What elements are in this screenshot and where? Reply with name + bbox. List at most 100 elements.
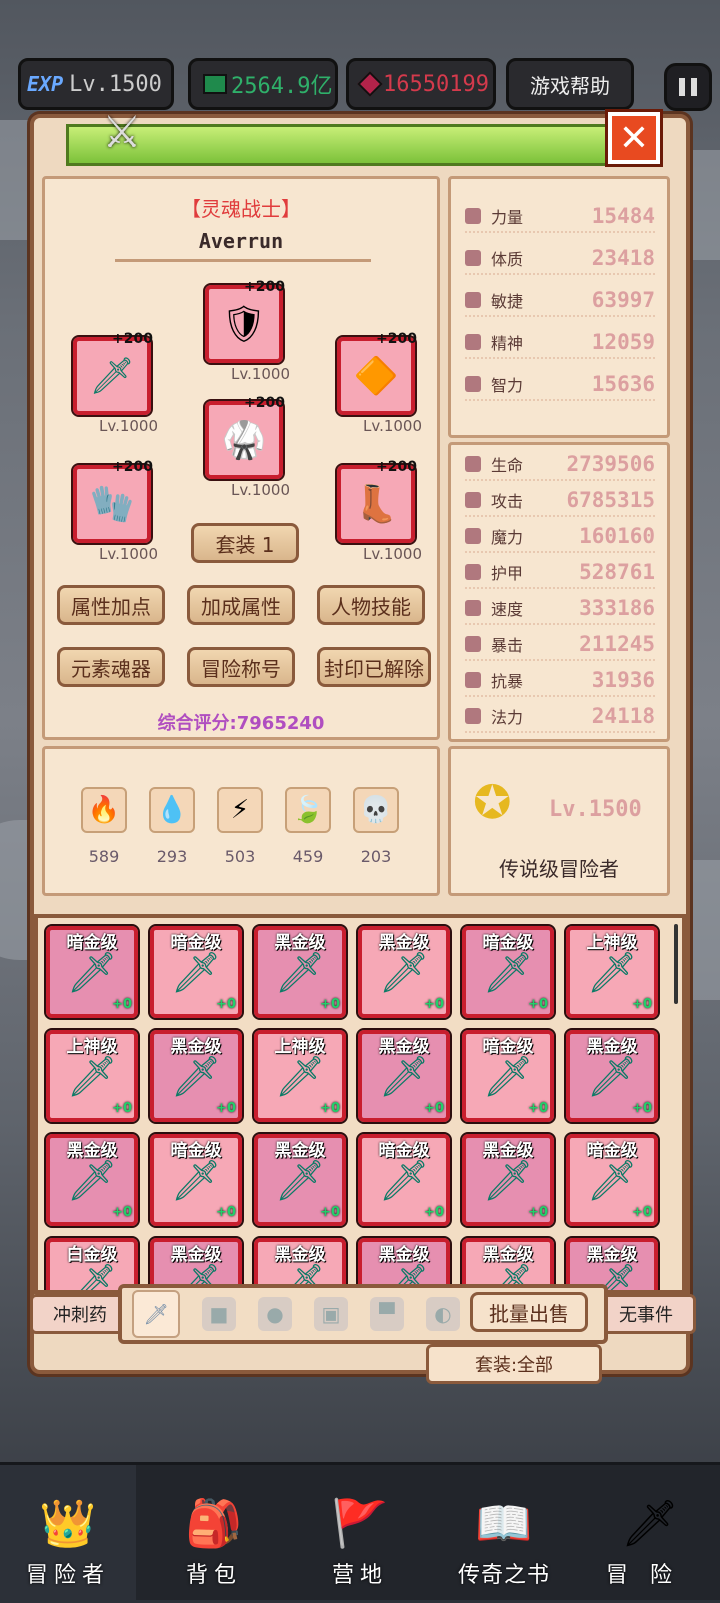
item-plus: +0 — [528, 1205, 548, 1220]
character-skills-button[interactable]: 人物技能 — [317, 585, 425, 625]
sword-icon: 🗡 — [66, 949, 118, 996]
fire-icon: 🔥 — [81, 787, 127, 833]
set-button[interactable]: 套装 1 — [191, 523, 299, 563]
elements-box: 🔥 589 💧 293 ⚡ 503 🍃 459 💀 203 — [42, 746, 440, 896]
stat-value: 12059 — [591, 330, 655, 354]
tab-pants[interactable]: ▀ — [370, 1297, 404, 1331]
stat-value: 31936 — [591, 668, 655, 692]
inventory-item[interactable]: 🗡 上神级 +0 — [564, 924, 660, 1020]
currency-display: 2564.9亿 — [188, 58, 338, 110]
equip-slot-boots[interactable]: 👢 +200 — [335, 459, 417, 545]
inventory-item[interactable]: 🗡 黑金级 +0 — [252, 1132, 348, 1228]
sword-icon: 🗡 — [274, 949, 326, 996]
equip-level: Lv.1000 — [231, 365, 291, 383]
sprint-potion-button[interactable]: 冲刺药 — [30, 1294, 130, 1334]
attribute-points-button[interactable]: 属性加点 — [57, 585, 165, 625]
tab-shields[interactable]: ■ — [202, 1297, 236, 1331]
inventory-item[interactable]: 🗡 暗金级 +0 — [356, 1132, 452, 1228]
close-button[interactable]: ✕ — [605, 109, 663, 167]
nav-legend-book[interactable]: 📖 传奇之书 — [436, 1465, 572, 1603]
equip-plus: +200 — [244, 279, 285, 295]
star-icon — [465, 334, 481, 350]
stat-value: 160160 — [579, 524, 655, 548]
stat-value: 15484 — [591, 204, 655, 228]
nav-adventure[interactable]: 🗡 冒险 — [582, 1465, 718, 1603]
equipment-box: 【灵魂战士】 Averrun 🛡 +200 Lv.1000 🗡 +200 Lv.10… — [42, 176, 440, 740]
no-event-button[interactable]: 无事件 — [596, 1294, 696, 1334]
inventory-item[interactable]: 🗡 黑金级 +0 — [252, 924, 348, 1020]
inventory-grid: 🗡 暗金级 +0 🗡 暗金级 +0 🗡 黑金级 +0 🗡 黑金级 +0 🗡 暗金级 +0 🗡 上神级 +0 🗡 上神级… — [34, 914, 686, 1294]
stat-row: 智力 15636 — [465, 369, 655, 401]
sword-icon: 🗡 — [482, 1157, 534, 1204]
tab-accessories[interactable]: ◐ — [426, 1297, 460, 1331]
nav-adventurer[interactable]: 👑 冒险者 — [0, 1465, 136, 1603]
helmet-icon: 🛡 — [221, 304, 267, 345]
item-tier: 黑金级 — [274, 933, 326, 953]
adventure-title-button[interactable]: 冒险称号 — [187, 647, 295, 687]
scrollbar[interactable] — [674, 924, 678, 1004]
ruby-icon — [357, 71, 383, 97]
tab-weapons[interactable]: 🗡 — [132, 1290, 180, 1338]
nav-backpack[interactable]: 🎒 背包 — [146, 1465, 282, 1603]
stat-row: 攻击 6785315 — [465, 485, 655, 517]
inventory-item[interactable]: 🗡 上神级 +0 — [252, 1028, 348, 1124]
stat-value: 23418 — [591, 246, 655, 270]
brain-icon — [465, 376, 481, 392]
nav-camp[interactable]: 🚩 营地 — [292, 1465, 428, 1603]
tab-helmets[interactable]: ● — [258, 1297, 292, 1331]
inventory-item[interactable]: 🗡 黑金级 +0 — [564, 1028, 660, 1124]
helmet-icon: ● — [266, 1302, 284, 1326]
inventory-item[interactable]: 🗡 黑金级 +0 — [356, 924, 452, 1020]
batch-sell-button[interactable]: 批量出售 — [470, 1292, 588, 1332]
stat-row: 敏捷 63997 — [465, 285, 655, 317]
stat-value: 24118 — [591, 704, 655, 728]
sword-icon: 🗡 — [586, 949, 638, 996]
inventory-item[interactable]: 🗡 暗金级 +0 — [44, 924, 140, 1020]
item-plus: +0 — [424, 1101, 444, 1116]
inventory-item[interactable]: 🗡 黑金级 +0 — [460, 1132, 556, 1228]
equip-level: Lv.1000 — [231, 481, 291, 499]
item-plus: +0 — [424, 1205, 444, 1220]
stat-name: 暴击 — [491, 636, 524, 655]
sword-icon: 🗡 — [620, 1496, 680, 1550]
inventory-item[interactable]: 🗡 黑金级 +0 — [356, 1028, 452, 1124]
set-filter-dropdown[interactable]: 套装:全部 — [426, 1344, 602, 1384]
inventory-item[interactable]: 🗡 上神级 +0 — [44, 1028, 140, 1124]
stat-value: 2739506 — [566, 452, 655, 476]
player-name: Averrun — [198, 229, 284, 253]
inventory-item[interactable]: 🗡 暗金级 +0 — [148, 1132, 244, 1228]
equip-slot-accessory[interactable]: 🔶 +200 — [335, 331, 417, 417]
stat-value: 333186 — [579, 596, 655, 620]
inventory-item[interactable]: 🗡 暗金级 +0 — [564, 1132, 660, 1228]
shield-icon — [465, 564, 481, 580]
pause-button[interactable] — [664, 63, 712, 111]
inventory-item[interactable]: 🗡 暗金级 +0 — [148, 924, 244, 1020]
tab-armor[interactable]: ▣ — [314, 1297, 348, 1331]
item-plus: +0 — [216, 1205, 236, 1220]
item-tier: 黑金级 — [378, 1037, 430, 1057]
stat-name: 敏捷 — [491, 292, 524, 311]
crit-icon — [465, 636, 481, 652]
equip-slot-gloves[interactable]: 🧤 +200 — [71, 459, 153, 545]
equip-slot-weapon[interactable]: 🗡 +200 — [71, 331, 153, 417]
boot-icon — [465, 292, 481, 308]
equip-slot-helmet[interactable]: 🛡 +200 — [203, 279, 285, 365]
item-plus: +0 — [424, 997, 444, 1012]
equip-slot-armor[interactable]: 🥋 +200 — [203, 395, 285, 481]
stat-name: 智力 — [491, 376, 524, 395]
inventory-item[interactable]: 🗡 黑金级 +0 — [44, 1132, 140, 1228]
seal-unlocked-button[interactable]: 封印已解除 — [317, 647, 431, 687]
inventory-item[interactable]: 🗡 暗金级 +0 — [460, 924, 556, 1020]
stat-row: 力量 15484 — [465, 201, 655, 233]
element-soul-button[interactable]: 元素魂器 — [57, 647, 165, 687]
item-tier: 黑金级 — [274, 1245, 326, 1265]
bottom-nav: 👑 冒险者 🎒 背包 🚩 营地 📖 传奇之书 🗡 冒险 — [0, 1462, 720, 1603]
help-button[interactable]: 游戏帮助 — [506, 58, 634, 110]
inventory-item[interactable]: 🗡 暗金级 +0 — [460, 1028, 556, 1124]
stat-row: 精神 12059 — [465, 327, 655, 359]
inventory-item[interactable]: 🗡 黑金级 +0 — [148, 1028, 244, 1124]
stat-value: 211245 — [579, 632, 655, 656]
bonus-attributes-button[interactable]: 加成属性 — [187, 585, 295, 625]
item-plus: +0 — [632, 1101, 652, 1116]
mana-icon — [465, 708, 481, 724]
